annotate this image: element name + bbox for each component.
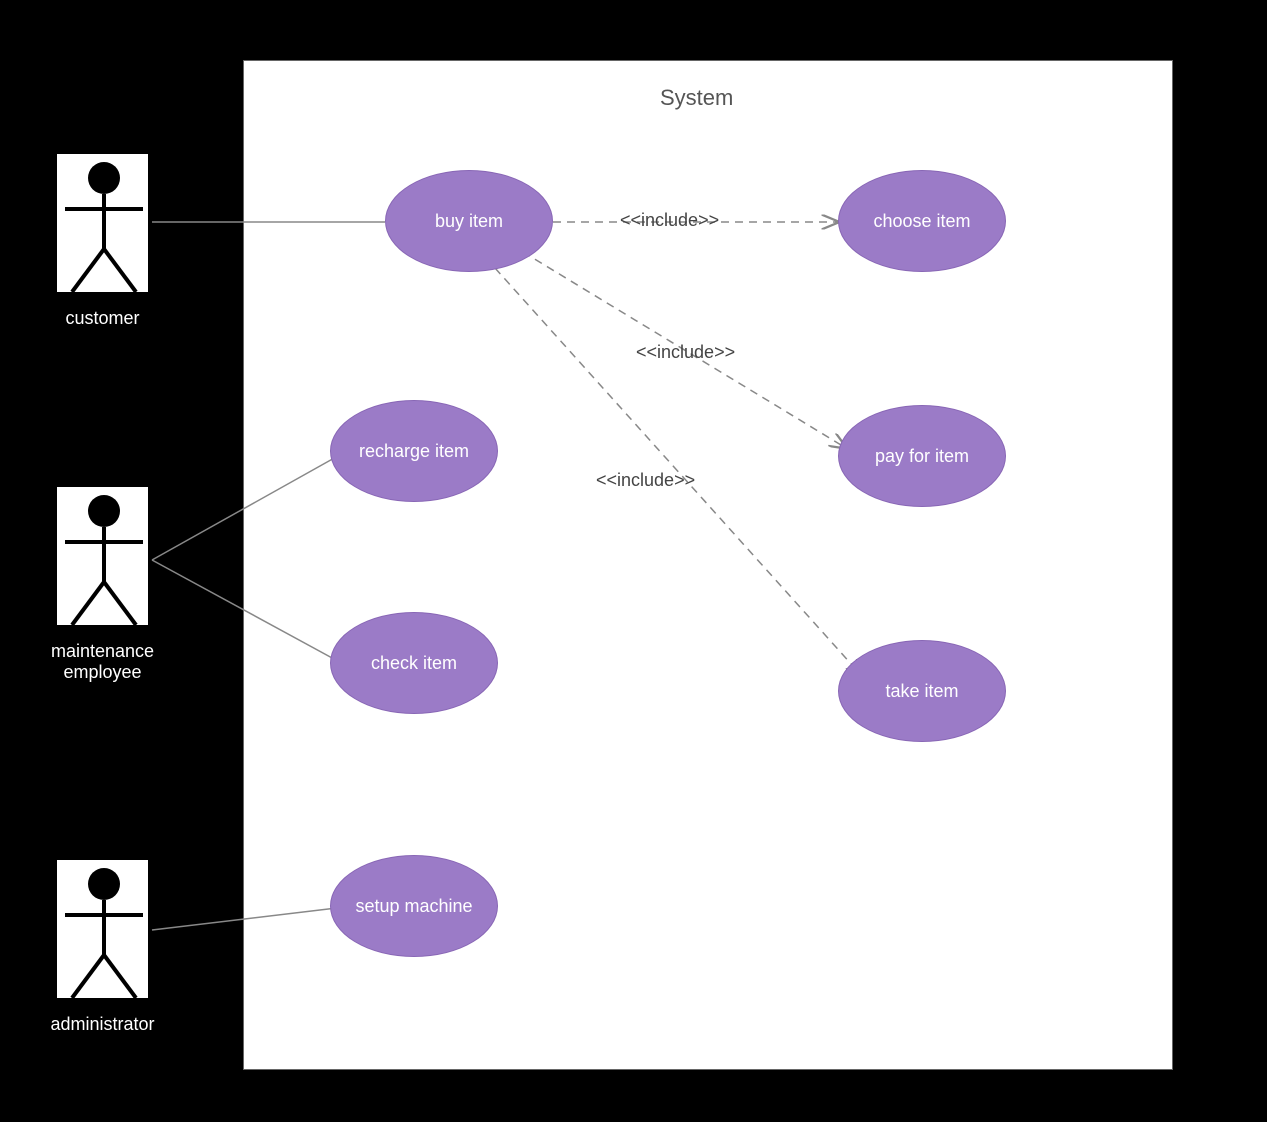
usecase-take-label: take item (885, 681, 958, 702)
stick-figure-icon (57, 860, 152, 1002)
usecase-recharge: recharge item (330, 400, 498, 502)
usecase-pay: pay for item (838, 405, 1006, 507)
usecase-buy: buy item (385, 170, 553, 272)
stick-figure-icon (57, 487, 152, 629)
actor-maintenance: maintenance employee (55, 485, 150, 627)
usecase-choose: choose item (838, 170, 1006, 272)
include-label-3: <<include>> (596, 470, 695, 491)
usecase-check: check item (330, 612, 498, 714)
stick-figure-icon (57, 154, 152, 296)
include-label-1: <<include>> (620, 210, 719, 231)
actor-maintenance-label: maintenance employee (13, 641, 193, 683)
usecase-buy-label: buy item (435, 211, 503, 232)
include-label-2: <<include>> (636, 342, 735, 363)
usecase-pay-label: pay for item (875, 446, 969, 467)
actor-administrator: administrator (55, 858, 150, 1000)
usecase-setup-label: setup machine (355, 896, 472, 917)
actor-administrator-label: administrator (13, 1014, 193, 1035)
usecase-recharge-label: recharge item (359, 441, 469, 462)
usecase-check-label: check item (371, 653, 457, 674)
diagram-canvas: System <<include>> <<include>> <<include… (0, 0, 1267, 1122)
system-title: System (660, 85, 733, 111)
usecase-take: take item (838, 640, 1006, 742)
actor-customer-label: customer (13, 308, 193, 329)
usecase-choose-label: choose item (873, 211, 970, 232)
actor-customer: customer (55, 152, 150, 294)
usecase-setup: setup machine (330, 855, 498, 957)
